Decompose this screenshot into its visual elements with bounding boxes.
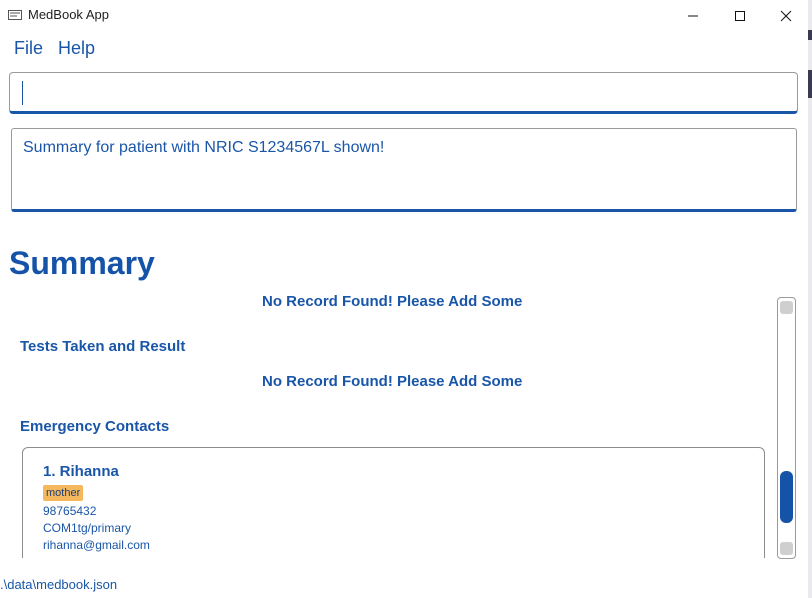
title-bar: MedBook App xyxy=(0,0,812,31)
menu-file[interactable]: File xyxy=(14,38,43,59)
app-window-icon xyxy=(8,10,22,20)
menu-bar: File Help xyxy=(0,33,808,63)
vertical-scrollbar[interactable] xyxy=(777,297,796,559)
close-button[interactable] xyxy=(763,0,809,31)
maximize-icon xyxy=(735,10,745,21)
relationship-tag: mother xyxy=(43,485,84,501)
window-title: MedBook App xyxy=(28,7,109,22)
contact-name: 1. Rihanna xyxy=(43,463,119,480)
contact-address: COM1tg/primary xyxy=(43,521,132,535)
close-icon xyxy=(780,10,792,21)
result-message: Summary for patient with NRIC S1234567L … xyxy=(23,139,385,156)
maximize-button[interactable] xyxy=(717,0,763,31)
summary-panel[interactable]: No Record Found! Please Add Some Tests T… xyxy=(0,294,774,558)
text-caret xyxy=(22,81,23,105)
contact-email: rihanna@gmail.com xyxy=(43,538,150,552)
no-record-message: No Record Found! Please Add Some xyxy=(262,294,523,310)
scroll-down-button[interactable] xyxy=(780,542,793,555)
page-title: Summary xyxy=(9,245,155,281)
status-bar-path: .\data\medbook.json xyxy=(0,577,118,592)
scroll-up-button[interactable] xyxy=(780,301,793,314)
minimize-icon xyxy=(688,15,698,16)
scrollbar-thumb[interactable] xyxy=(780,471,793,523)
menu-help[interactable]: Help xyxy=(58,38,95,59)
result-display[interactable]: Summary for patient with NRIC S1234567L … xyxy=(11,128,797,212)
tests-no-record-message: No Record Found! Please Add Some xyxy=(262,373,523,390)
tests-section-title: Tests Taken and Result xyxy=(20,338,186,355)
command-input[interactable] xyxy=(9,72,798,114)
emergency-contacts-title: Emergency Contacts xyxy=(20,418,170,435)
contact-card[interactable]: 1. Rihanna mother 98765432 COM1tg/primar… xyxy=(22,447,765,558)
contact-phone: 98765432 xyxy=(43,504,97,518)
background-window-edge xyxy=(808,0,812,598)
minimize-button[interactable] xyxy=(670,0,716,31)
